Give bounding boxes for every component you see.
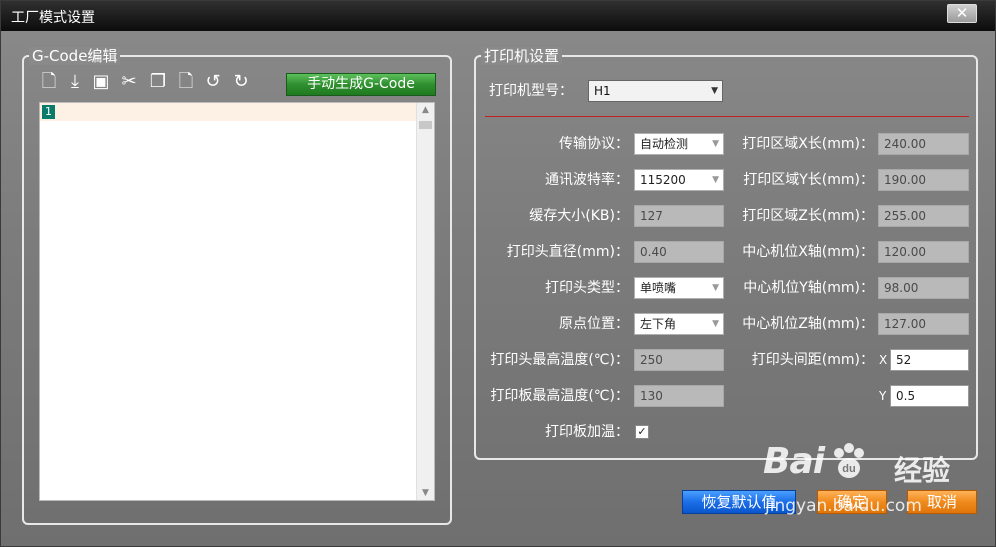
bed-heating-label: 打印板加温： <box>545 424 629 440</box>
head-spacing-y-label: Y <box>879 389 887 403</box>
center-y-label: 中心机位Y轴(mm)： <box>743 280 874 296</box>
print-area-x-field: 240.00 <box>878 133 969 155</box>
print-area-z-field: 255.00 <box>878 205 969 227</box>
head-type-value: 单喷嘴 <box>640 281 677 295</box>
bed-max-temp-field: 130 <box>634 385 724 407</box>
window-title: 工厂模式设置 <box>11 10 95 26</box>
protocol-select[interactable]: 自动检测 ▼ <box>634 133 724 155</box>
head-spacing-y-input[interactable]: 0.5 <box>890 385 969 407</box>
separator-line <box>485 116 969 117</box>
protocol-label: 传输协议： <box>559 136 629 152</box>
head-max-temp-label: 打印头最高温度(℃)： <box>490 352 629 368</box>
bed-max-temp-label: 打印板最高温度(℃)： <box>490 388 629 404</box>
chevron-down-icon: ▼ <box>712 319 719 329</box>
center-z-label: 中心机位Z轴(mm)： <box>742 316 874 332</box>
nozzle-diameter-field: 0.40 <box>634 241 724 263</box>
center-y-field: 98.00 <box>878 277 969 299</box>
scroll-up-icon[interactable]: ▲ <box>417 103 434 117</box>
baud-rate-select[interactable]: 115200 ▼ <box>634 169 724 191</box>
gcode-group-title: G-Code编辑 <box>29 47 121 65</box>
head-type-select[interactable]: 单喷嘴 ▼ <box>634 277 724 299</box>
origin-position-value: 左下角 <box>640 317 677 331</box>
head-spacing-x-label: X <box>879 353 888 367</box>
head-max-temp-field: 250 <box>634 349 724 371</box>
chevron-down-icon: ▼ <box>711 86 718 96</box>
scroll-thumb[interactable] <box>419 121 432 129</box>
baud-rate-value: 115200 <box>640 173 686 187</box>
line-number: 1 <box>42 105 55 119</box>
nozzle-diameter-label: 打印头直径(mm)： <box>506 244 629 260</box>
print-area-y-field: 190.00 <box>878 169 969 191</box>
print-area-x-label: 打印区域X长(mm)： <box>742 136 874 152</box>
print-area-y-label: 打印区域Y长(mm)： <box>743 172 874 188</box>
paw-icon: du <box>834 443 864 478</box>
buffer-size-label: 缓存大小(KB)： <box>529 208 629 224</box>
protocol-value: 自动检测 <box>640 137 689 151</box>
printer-model-label: 打印机型号： <box>489 83 573 99</box>
origin-position-label: 原点位置： <box>559 316 629 332</box>
chevron-down-icon: ▼ <box>712 175 719 185</box>
center-z-field: 127.00 <box>878 313 969 335</box>
current-line-highlight <box>40 103 418 121</box>
head-type-label: 打印头类型： <box>545 280 629 296</box>
undo-icon[interactable]: ↺ <box>203 72 223 92</box>
center-x-field: 120.00 <box>878 241 969 263</box>
save-icon[interactable]: ▣ <box>91 72 111 92</box>
download-icon[interactable]: ⤓ <box>65 72 85 92</box>
bed-heating-checkbox[interactable]: ✓ <box>635 425 649 439</box>
gcode-editor[interactable]: 1 ▲ ▼ <box>39 102 435 501</box>
origin-position-select[interactable]: 左下角 ▼ <box>634 313 724 335</box>
copy-icon[interactable]: ❐ <box>148 72 168 92</box>
paste-icon[interactable]: 🗋 <box>176 72 196 92</box>
head-spacing-label: 打印头间距(mm)： <box>751 352 874 368</box>
close-button[interactable]: ✕ <box>947 4 977 23</box>
generate-gcode-button[interactable]: 手动生成G-Code <box>286 73 436 96</box>
watermark-logo: Bai <box>763 441 825 482</box>
printer-model-value: H1 <box>594 84 611 98</box>
chevron-down-icon: ▼ <box>712 139 719 149</box>
redo-icon[interactable]: ↻ <box>231 72 251 92</box>
factory-settings-window: 工厂模式设置 ✕ G-Code编辑 🗋 ⤓ ▣ ✂ ❐ 🗋 ↺ ↻ 手动生成G-… <box>0 0 996 547</box>
editor-scrollbar[interactable]: ▲ ▼ <box>416 103 434 500</box>
chevron-down-icon: ▼ <box>712 283 719 293</box>
svg-text:du: du <box>842 463 855 475</box>
baud-rate-label: 通讯波特率： <box>545 172 629 188</box>
center-x-label: 中心机位X轴(mm)： <box>742 244 874 260</box>
new-file-icon[interactable]: 🗋 <box>39 72 59 92</box>
scroll-down-icon[interactable]: ▼ <box>417 486 434 500</box>
cut-icon[interactable]: ✂ <box>119 72 139 92</box>
printer-model-select[interactable]: H1 ▼ <box>588 80 723 102</box>
title-bar: 工厂模式设置 ✕ <box>1 1 995 31</box>
watermark-logo-text: 经验 <box>894 454 951 487</box>
printer-group-title: 打印机设置 <box>481 47 563 65</box>
buffer-size-field: 127 <box>634 205 724 227</box>
print-area-z-label: 打印区域Z长(mm)： <box>742 208 874 224</box>
head-spacing-x-input[interactable]: 52 <box>890 349 969 371</box>
watermark-url: jingyan.baidu.com <box>765 496 922 516</box>
